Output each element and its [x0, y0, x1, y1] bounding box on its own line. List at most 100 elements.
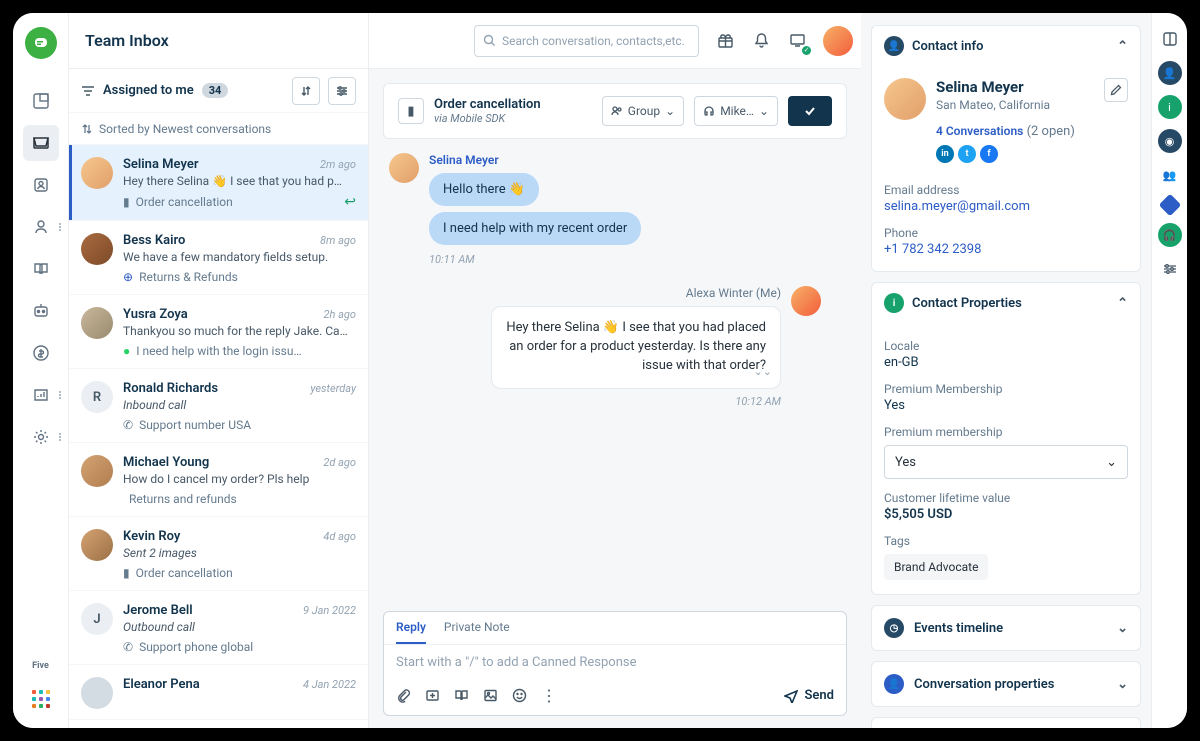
edit-button[interactable] — [1104, 78, 1128, 102]
phone-value[interactable]: +1 782 342 2398 — [884, 242, 1128, 257]
tag-label: Support phone global — [139, 640, 253, 654]
reply-tab[interactable]: Reply — [396, 620, 426, 644]
avatar: J — [81, 603, 113, 635]
facebook-icon[interactable]: f — [980, 145, 998, 163]
widget-settings[interactable] — [1158, 257, 1182, 281]
prop-value: en-GB — [884, 355, 1128, 370]
time-label: 4 Jan 2022 — [303, 678, 356, 691]
sort-icon — [81, 123, 93, 135]
send-button[interactable]: Send — [784, 688, 834, 703]
sort-button[interactable] — [292, 77, 320, 105]
conversation-item[interactable]: Michael Young2d ago How do I cancel my o… — [69, 443, 368, 517]
gift-icon[interactable] — [709, 25, 741, 57]
reply-textarea[interactable]: Start with a "/" to add a Canned Respons… — [384, 644, 846, 680]
app-logo[interactable] — [25, 27, 57, 59]
nav-contacts[interactable] — [23, 167, 59, 203]
whatsapp-icon: ● — [123, 344, 130, 358]
tag-label: Order cancellation — [136, 195, 233, 209]
twitter-icon[interactable]: t — [958, 145, 976, 163]
sort-row[interactable]: Sorted by Newest conversations — [69, 113, 368, 145]
conversation-item[interactable]: Bess Kairo8m ago We have a few mandatory… — [69, 221, 368, 295]
nav-fiverr[interactable]: Five — [23, 648, 59, 684]
nav-dashboard[interactable] — [23, 83, 59, 119]
nav-people[interactable] — [23, 209, 59, 245]
user-avatar[interactable] — [823, 26, 853, 56]
time-label: 2h ago — [324, 308, 356, 321]
preview-text: Inbound call — [123, 398, 356, 412]
tag-chip[interactable]: Brand Advocate — [884, 554, 988, 580]
canned-icon[interactable] — [425, 688, 440, 703]
widget-info[interactable]: i — [1158, 95, 1182, 119]
prop-value: Yes — [884, 398, 1128, 413]
widget-user[interactable]: 👥 — [1158, 163, 1182, 187]
agent-dropdown[interactable]: Mike…⌄ — [694, 96, 778, 126]
conversation-item[interactable]: R Ronald Richardsyesterday Inbound call … — [69, 369, 368, 443]
filter-row: Assigned to me 34 — [69, 69, 368, 113]
conversation-item[interactable]: Kevin Roy4d ago Sent 2 images ▮Order can… — [69, 517, 368, 591]
search-icon — [483, 34, 496, 47]
conversations-link[interactable]: 4 Conversations — [936, 124, 1023, 138]
contact-properties-header[interactable]: i Contact Properties ⌃ — [872, 283, 1140, 323]
nav-settings[interactable] — [23, 419, 59, 455]
group-dropdown[interactable]: Group⌄ — [602, 96, 684, 126]
preview-text: Sent 2 images — [123, 546, 356, 560]
prop-label: Locale — [884, 339, 1128, 353]
bell-icon[interactable] — [745, 25, 777, 57]
filter-count-badge: 34 — [202, 83, 229, 98]
conversation-properties-accordion[interactable]: 👤Conversation properties⌄ — [872, 662, 1140, 706]
avatar — [81, 455, 113, 487]
emoji-icon[interactable] — [512, 688, 527, 703]
attach-icon[interactable] — [396, 688, 411, 703]
private-note-tab[interactable]: Private Note — [444, 620, 510, 644]
freshdesk-accordion[interactable]: ⟳Freshdesk⌄ — [872, 718, 1140, 728]
linkedin-icon[interactable]: in — [936, 145, 954, 163]
conversation-item[interactable]: J Jerome Bell9 Jan 2022 Outbound call ✆S… — [69, 591, 368, 665]
top-bar: Search conversation, contacts,etc. ✓ — [369, 13, 861, 69]
widget-contact[interactable]: 👤 — [1158, 61, 1182, 85]
avatar — [884, 78, 926, 120]
app-switcher[interactable] — [32, 690, 50, 708]
avatar — [81, 529, 113, 561]
more-icon[interactable]: ⋮ — [541, 686, 557, 705]
conversation-item[interactable]: Selina Meyer2m ago Hey there Selina 👋 I … — [69, 145, 368, 221]
nav-inbox[interactable] — [23, 125, 59, 161]
article-icon[interactable] — [454, 688, 469, 703]
events-timeline-accordion[interactable]: ◷Events timeline⌄ — [872, 606, 1140, 650]
widget-camera[interactable]: ◉ — [1158, 129, 1182, 153]
tag-label: I need help with the login issu… — [136, 344, 301, 358]
conversation-item[interactable]: Yusra Zoya2h ago Thankyou so much for th… — [69, 295, 368, 369]
monitor-check-icon[interactable]: ✓ — [781, 25, 813, 57]
avatar — [81, 307, 113, 339]
email-label: Email address — [884, 183, 1128, 197]
filter-label[interactable]: Assigned to me — [103, 83, 194, 98]
message-bubble: I need help with my recent order — [429, 212, 641, 245]
widget-jira[interactable] — [1158, 194, 1181, 217]
resolve-button[interactable] — [788, 96, 832, 126]
web-icon: ⊕ — [123, 270, 133, 284]
conversation-title: Order cancellation — [434, 97, 541, 112]
search-input[interactable]: Search conversation, contacts,etc. — [474, 25, 699, 57]
widget-headset[interactable]: 🎧 — [1158, 223, 1182, 247]
info-icon: i — [884, 293, 904, 313]
nav-reports[interactable] — [23, 377, 59, 413]
nav-knowledge[interactable] — [23, 251, 59, 287]
chevron-down-icon: ⌄ — [1117, 677, 1128, 692]
conversation-item[interactable]: Eleanor Pena4 Jan 2022 — [69, 665, 368, 720]
chevron-down-icon: ⌄ — [1106, 455, 1117, 470]
image-icon[interactable] — [483, 688, 498, 703]
email-value[interactable]: selina.meyer@gmail.com — [884, 199, 1128, 214]
conversation-header-card: ▮ Order cancellation via Mobile SDK Grou… — [383, 83, 847, 139]
nav-bot[interactable] — [23, 293, 59, 329]
check-icon — [803, 104, 817, 118]
filter-settings-button[interactable] — [328, 77, 356, 105]
contact-name: Selina Meyer — [123, 157, 199, 172]
chat-body: Selina Meyer Hello there 👋 I need help w… — [369, 139, 861, 599]
avatar — [81, 233, 113, 265]
nav-billing[interactable] — [23, 335, 59, 371]
widget-expand[interactable] — [1158, 27, 1182, 51]
contact-name: Jerome Bell — [123, 603, 193, 618]
avatar — [791, 286, 821, 316]
sender-name: Alexa Winter (Me) — [491, 286, 781, 300]
premium-select[interactable]: Yes⌄ — [884, 445, 1128, 479]
contact-info-header[interactable]: 👤 Contact info ⌃ — [872, 26, 1140, 66]
